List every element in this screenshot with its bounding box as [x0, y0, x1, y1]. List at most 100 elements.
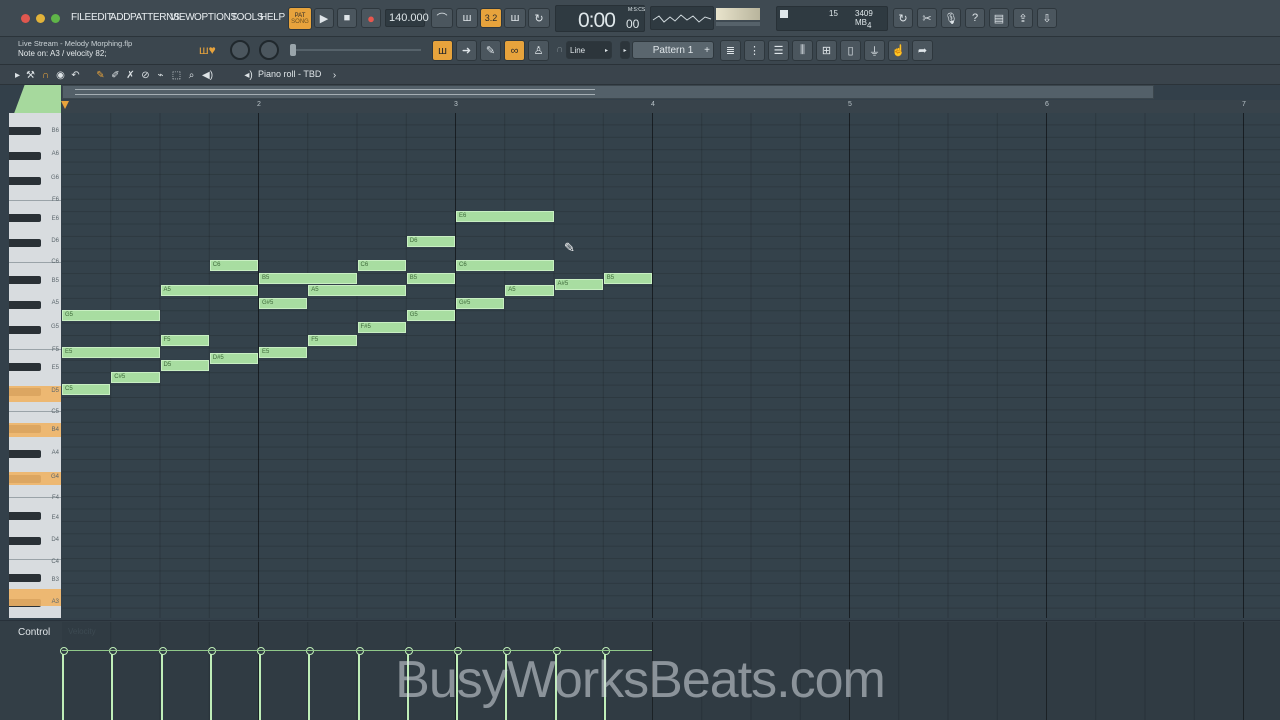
audio-input-button[interactable]: 🎙︎	[941, 8, 961, 28]
touch-button[interactable]: ☝	[888, 40, 909, 61]
piano-roll-view-button[interactable]: ⋮	[744, 40, 765, 61]
note[interactable]: G5	[406, 309, 455, 321]
maximize-icon[interactable]	[51, 14, 60, 23]
share-button[interactable]: ➦	[912, 40, 933, 61]
black-key[interactable]	[9, 177, 41, 185]
master-volume-knob[interactable]	[230, 40, 250, 60]
note[interactable]: F5	[308, 334, 357, 346]
note[interactable]: D5	[160, 359, 209, 371]
save-button[interactable]: ▤	[989, 8, 1009, 28]
note[interactable]: E5	[62, 347, 160, 359]
menu-add[interactable]: ADD	[110, 12, 131, 23]
playhead-marker[interactable]	[61, 101, 69, 109]
playback-icon[interactable]: ◀)	[202, 70, 213, 81]
note[interactable]: B5	[259, 272, 357, 284]
next-button[interactable]: ➜	[456, 40, 477, 61]
minimize-icon[interactable]	[36, 14, 45, 23]
zoom-corner[interactable]	[14, 85, 61, 113]
black-key[interactable]	[9, 239, 41, 247]
wait-input-button[interactable]: ш	[456, 8, 478, 28]
speaker-icon[interactable]: ◂)	[243, 70, 254, 81]
zoom-icon[interactable]: ⌕	[186, 70, 197, 81]
note[interactable]: A5	[308, 285, 406, 297]
note[interactable]: D#5	[209, 353, 258, 365]
black-key[interactable]	[9, 214, 41, 223]
stamp-button[interactable]: ♙	[528, 40, 549, 61]
download-button[interactable]: ⇩	[1037, 8, 1057, 28]
master-pitch-slider[interactable]	[716, 22, 760, 26]
piano-keyboard[interactable]: B6 A6 G6 F6 E6 D6 C6 B5 A5 G5 F5 E5 D5 C5 B4 A4 G4 F4 E4 D4…	[9, 113, 61, 618]
export-button[interactable]: ⇪	[1013, 8, 1033, 28]
note[interactable]: G5	[62, 309, 160, 321]
play-button[interactable]: ▶	[314, 8, 334, 28]
control-label[interactable]: Control	[18, 627, 50, 638]
record-mode-icon[interactable]: ◉	[55, 70, 66, 81]
close-icon[interactable]	[21, 14, 30, 23]
step-button[interactable]: 3.2	[480, 8, 502, 28]
timeline-ruler[interactable]: 2 3 4 5 6 7	[62, 100, 1280, 113]
select-icon[interactable]: ⬚	[171, 70, 182, 81]
black-key[interactable]	[9, 127, 41, 136]
snap-selector[interactable]: Line ▸	[566, 41, 612, 59]
note[interactable]: B5	[406, 272, 455, 284]
plugin-button[interactable]: ⏚	[864, 40, 885, 61]
slice-icon[interactable]: ⌁	[155, 70, 166, 81]
channel-rack-button[interactable]: ☰	[768, 40, 789, 61]
black-key[interactable]	[9, 449, 41, 458]
note[interactable]: E5	[259, 347, 308, 359]
note[interactable]: D6	[406, 235, 455, 247]
cut-button[interactable]: ✂	[917, 8, 937, 28]
note[interactable]: F#5	[357, 322, 406, 334]
playlist-button[interactable]: ≣	[720, 40, 741, 61]
piano-roll-title[interactable]: Piano roll - TBD	[258, 69, 321, 79]
menu-help[interactable]: HELP	[260, 12, 285, 23]
master-pitch-knob[interactable]	[259, 40, 279, 60]
black-key[interactable]	[9, 152, 41, 161]
note[interactable]: C6	[357, 260, 406, 272]
note[interactable]: F5	[160, 334, 209, 346]
pattern-prev-button[interactable]: ▸	[620, 41, 630, 59]
black-key[interactable]	[9, 301, 41, 309]
midi-keyboard-icon[interactable]: ш♥	[199, 43, 223, 59]
black-key[interactable]	[9, 536, 41, 545]
undo-icon[interactable]: ↶	[70, 70, 81, 81]
pattern-selector[interactable]: Pattern 1 +	[632, 41, 714, 59]
position-slider-handle[interactable]	[290, 44, 296, 56]
note[interactable]: C6	[456, 260, 554, 272]
black-key[interactable]	[9, 363, 41, 371]
note[interactable]: B5	[603, 272, 652, 284]
note[interactable]: A5	[160, 285, 258, 297]
pencil-icon[interactable]: ✎	[95, 70, 106, 81]
note[interactable]: C5	[62, 384, 111, 396]
horizontal-scrollbar[interactable]	[62, 85, 1154, 99]
draw-button[interactable]: ✎	[480, 40, 501, 61]
loop-record-button[interactable]: ↻	[528, 8, 550, 28]
record-button[interactable]: ●	[361, 8, 381, 28]
brush-icon[interactable]: ✐	[110, 70, 121, 81]
menu-tools[interactable]: TOOLS	[231, 12, 264, 23]
note[interactable]: C#5	[111, 371, 160, 383]
black-key[interactable]	[9, 325, 41, 334]
templates-button[interactable]: ▯	[840, 40, 861, 61]
link-button[interactable]: ∞	[504, 40, 525, 61]
menu-view[interactable]: VIEW	[170, 12, 195, 23]
note[interactable]: C6	[209, 260, 258, 272]
piano-roll-button[interactable]: ш	[432, 40, 453, 61]
delete-tool-icon[interactable]: ✗	[125, 70, 136, 81]
countdown-button[interactable]: ш	[504, 8, 526, 28]
mute-tool-icon[interactable]: ⊘	[140, 70, 151, 81]
undo-history-button[interactable]: ↻	[893, 8, 913, 28]
note[interactable]: G#5	[259, 297, 308, 309]
note-grid[interactable]: C5 E5 G5 C#5 D5 F5 A5 D#5 C6 E5 G#5 B5 F5 A5 F#5 C6 G5 B5…	[62, 113, 1280, 618]
black-key[interactable]	[9, 276, 41, 285]
menu-arrow-icon[interactable]: ▸	[12, 70, 23, 81]
pat-song-toggle[interactable]: PAT SONG	[288, 7, 312, 30]
tempo-display[interactable]: 140.000	[385, 9, 429, 27]
stop-button[interactable]: ■	[337, 8, 357, 28]
note[interactable]: G#5	[456, 297, 505, 309]
menu-file[interactable]: FILE	[71, 12, 91, 23]
note[interactable]: A#5	[554, 278, 603, 290]
wrench-icon[interactable]: ⚒	[25, 70, 36, 81]
position-slider[interactable]	[291, 49, 421, 51]
scrollbar-thumb[interactable]	[75, 89, 595, 95]
